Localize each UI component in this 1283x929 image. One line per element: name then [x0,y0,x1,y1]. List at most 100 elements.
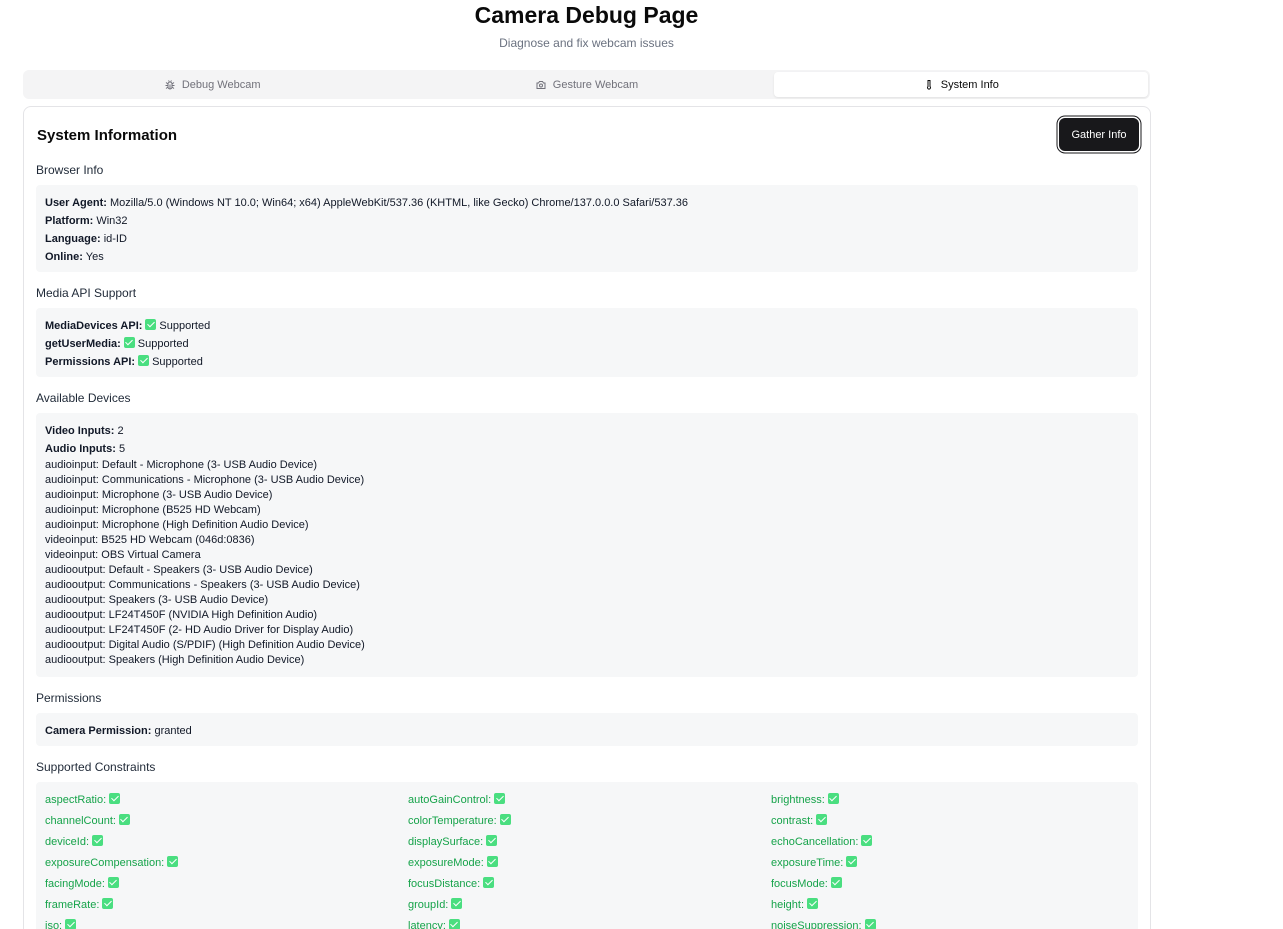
constraints-grid: aspectRatio: autoGainControl: brightness: c… [45,791,1129,929]
constraint-label: brightness: [771,794,825,806]
device-item: audioinput: Default - Microphone (3- USB… [45,459,318,471]
constraint-item: facingMode: [45,875,408,893]
tab-system-info[interactable]: System Info [773,72,1148,97]
platform-row: Platform: Win32 [45,212,1129,230]
video-inputs-label: Video Inputs: [45,425,115,437]
device-item: videoinput: OBS Virtual Camera [45,549,201,561]
tab-debug-webcam[interactable]: Debug Webcam [25,72,399,97]
device-item: videoinput: B525 HD Webcam (046d:0836) [45,534,255,546]
permissions-box: Camera Permission: granted [36,713,1138,746]
constraint-item: exposureMode: [408,854,771,872]
constraint-item: focusDistance: [408,875,771,893]
device-item: audiooutput: Default - Speakers (3- USB … [45,564,313,576]
device-item: audiooutput: LF24T450F (NVIDIA High Defi… [45,609,318,621]
device-item: audioinput: Microphone (3- USB Audio Dev… [45,489,273,501]
check-icon [109,793,121,804]
camera-permission-row: Camera Permission: granted [45,722,1129,740]
card-title: System Information [37,127,178,144]
constraint-label: deviceId: [45,836,90,848]
api-label: MediaDevices API: [45,320,143,332]
constraint-label: exposureCompensation: [45,857,165,869]
api-status: Supported [159,320,211,332]
constraint-item: displaySurface: [408,833,771,851]
device-item: audioinput: Communications - Microphone … [45,474,365,486]
page-header: Camera Debug Page Diagnose and fix webca… [23,0,1150,51]
language-value: id-ID [103,233,127,245]
constraint-label: autoGainControl: [408,794,492,806]
constraint-label: height: [771,899,805,911]
check-icon [145,319,157,330]
tab-gesture-webcam[interactable]: Gesture Webcam [399,72,773,97]
video-inputs-row: Video Inputs: 2 [45,422,1129,440]
permissions-api-row: Permissions API: Supported [45,353,1129,371]
constraint-label: iso: [45,920,63,929]
audio-inputs-row: Audio Inputs: 5 [45,440,1129,458]
check-icon [123,337,135,348]
system-info-card: System Information Gather Info Browser I… [23,106,1151,929]
constraint-item: iso: [45,917,408,929]
api-label: getUserMedia: [45,338,121,350]
page-title: Camera Debug Page [474,2,699,28]
bug-icon [165,79,175,89]
constraint-label: facingMode: [45,878,105,890]
constraint-label: focusMode: [771,878,828,890]
constraint-item: brightness: [771,791,1134,809]
constraint-label: colorTemperature: [408,815,497,827]
constraint-label: latency: [408,920,446,929]
audio-inputs-label: Audio Inputs: [45,443,116,455]
media-api-box: MediaDevices API: Supported getUserMedia:… [36,308,1138,377]
devices-box: Video Inputs: 2 Audio Inputs: 5 audioinp… [36,413,1138,677]
check-icon [499,814,511,825]
tab-label: System Info [940,78,999,91]
check-icon [816,814,828,825]
constraint-item: aspectRatio: [45,791,408,809]
online-label: Online: [45,251,83,263]
constraint-item: exposureTime: [771,854,1134,872]
check-icon [864,919,876,929]
constraint-item: latency: [408,917,771,929]
constraint-item: height: [771,896,1134,914]
tab-label: Debug Webcam [181,78,261,91]
page-subtitle: Diagnose and fix webcam issues [499,36,674,50]
check-icon [118,814,130,825]
constraint-item: echoCancellation: [771,833,1134,851]
devices-heading: Available Devices [36,391,131,405]
constraints-box: aspectRatio: autoGainControl: brightness: c… [36,782,1138,929]
mediadevices-row: MediaDevices API: Supported [45,317,1129,335]
constraint-item: colorTemperature: [408,812,771,830]
device-list: audioinput: Default - Microphone (3- USB… [45,458,1129,668]
check-icon [448,919,460,929]
check-icon [827,793,839,804]
check-icon [846,856,858,867]
device-item: audioinput: Microphone (High Definition … [45,519,309,531]
api-label: Permissions API: [45,356,136,368]
permissions-heading: Permissions [36,691,102,705]
getusermedia-row: getUserMedia: Supported [45,335,1129,353]
constraint-label: frameRate: [45,899,100,911]
audio-inputs-count: 5 [118,443,126,455]
camera-permission-label: Camera Permission: [45,725,152,737]
browser-info-box: User Agent: Mozilla/5.0 (Windows NT 10.0… [36,185,1138,272]
check-icon [138,355,150,366]
user-agent-row: User Agent: Mozilla/5.0 (Windows NT 10.0… [45,194,1129,212]
media-api-heading: Media API Support [36,286,137,300]
language-row: Language: id-ID [45,230,1129,248]
platform-label: Platform: [45,215,94,227]
tab-list: Debug Webcam Gesture Webcam System Info [23,70,1150,99]
constraint-label: contrast: [771,815,814,827]
constraint-item: groupId: [408,896,771,914]
constraint-item: noiseSuppression: [771,917,1134,929]
camera-icon [536,80,546,89]
device-item: audiooutput: Speakers (3- USB Audio Devi… [45,594,269,606]
platform-value: Win32 [96,215,128,227]
constraint-item: contrast: [771,812,1134,830]
device-item: audiooutput: Digital Audio (S/PDIF) (Hig… [45,639,365,651]
constraint-item: frameRate: [45,896,408,914]
constraint-label: groupId: [408,899,449,911]
browser-info-heading: Browser Info [36,163,104,177]
gather-info-button[interactable]: Gather Info [1059,118,1139,151]
constraint-label: channelCount: [45,815,116,827]
constraint-label: exposureMode: [408,857,484,869]
constraint-label: echoCancellation: [771,836,859,848]
constraints-heading: Supported Constraints [36,760,156,774]
